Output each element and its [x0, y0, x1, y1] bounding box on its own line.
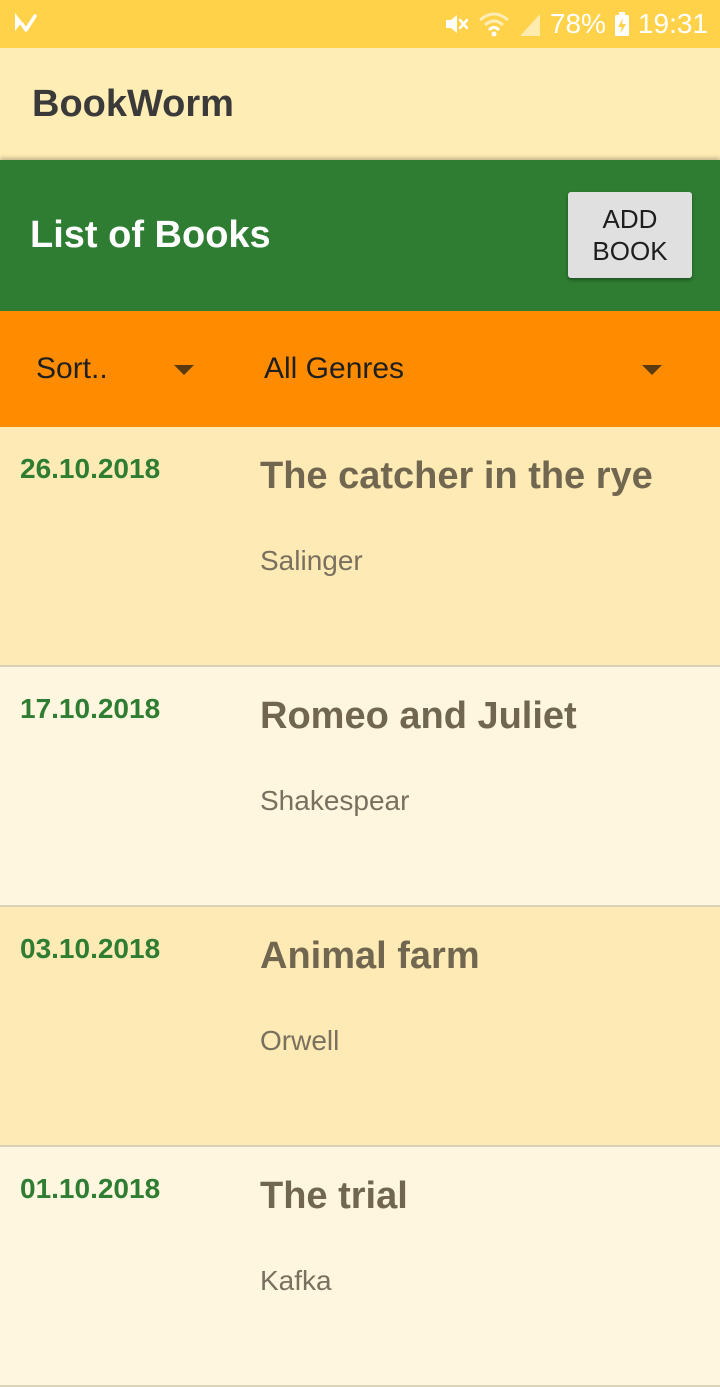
book-date: 17.10.2018: [20, 693, 161, 724]
book-author: Kafka: [260, 1265, 332, 1296]
notification-app-icon: [12, 10, 38, 38]
book-author: Orwell: [260, 1025, 340, 1056]
filter-bar: Sort.. All Genres: [0, 311, 720, 427]
book-title: Animal farm: [260, 935, 480, 977]
book-title: Romeo and Juliet: [260, 695, 577, 737]
status-bar: 78% 19:31: [0, 0, 720, 48]
sort-spinner-value: Sort..: [36, 352, 108, 385]
book-date: 01.10.2018: [20, 1173, 161, 1204]
book-title: The trial: [260, 1175, 408, 1217]
battery-percent: 78%: [549, 8, 606, 39]
book-date: 03.10.2018: [20, 933, 161, 964]
book-author: Shakespear: [260, 785, 410, 816]
list-item[interactable]: 03.10.2018 Animal farm Orwell: [0, 907, 720, 1147]
add-book-button[interactable]: ADD BOOK: [568, 192, 692, 278]
battery-charging-icon: [614, 10, 630, 38]
book-title: The catcher in the rye: [260, 455, 653, 497]
sort-spinner[interactable]: Sort..: [36, 311, 196, 427]
status-icons: 78% 19:31: [442, 0, 708, 48]
clock: 19:31: [637, 8, 708, 39]
list-header: List of Books ADD BOOK: [0, 160, 720, 311]
genre-spinner[interactable]: All Genres: [264, 311, 664, 427]
book-author: Salinger: [260, 545, 363, 576]
mute-icon: [442, 10, 470, 38]
list-item[interactable]: 26.10.2018 The catcher in the rye Saling…: [0, 427, 720, 667]
book-date: 26.10.2018: [20, 453, 161, 484]
page-title: List of Books: [30, 214, 271, 256]
book-list: 26.10.2018 The catcher in the rye Saling…: [0, 427, 720, 1387]
list-item[interactable]: 01.10.2018 The trial Kafka: [0, 1147, 720, 1387]
chevron-down-icon[interactable]: [642, 365, 662, 375]
app-bar: BookWorm: [0, 48, 720, 160]
genre-spinner-value: All Genres: [264, 352, 405, 385]
wifi-icon: [478, 10, 510, 38]
signal-icon: [518, 10, 542, 38]
list-item[interactable]: 17.10.2018 Romeo and Juliet Shakespear: [0, 667, 720, 907]
app-title: BookWorm: [32, 82, 234, 125]
chevron-down-icon[interactable]: [174, 365, 194, 375]
